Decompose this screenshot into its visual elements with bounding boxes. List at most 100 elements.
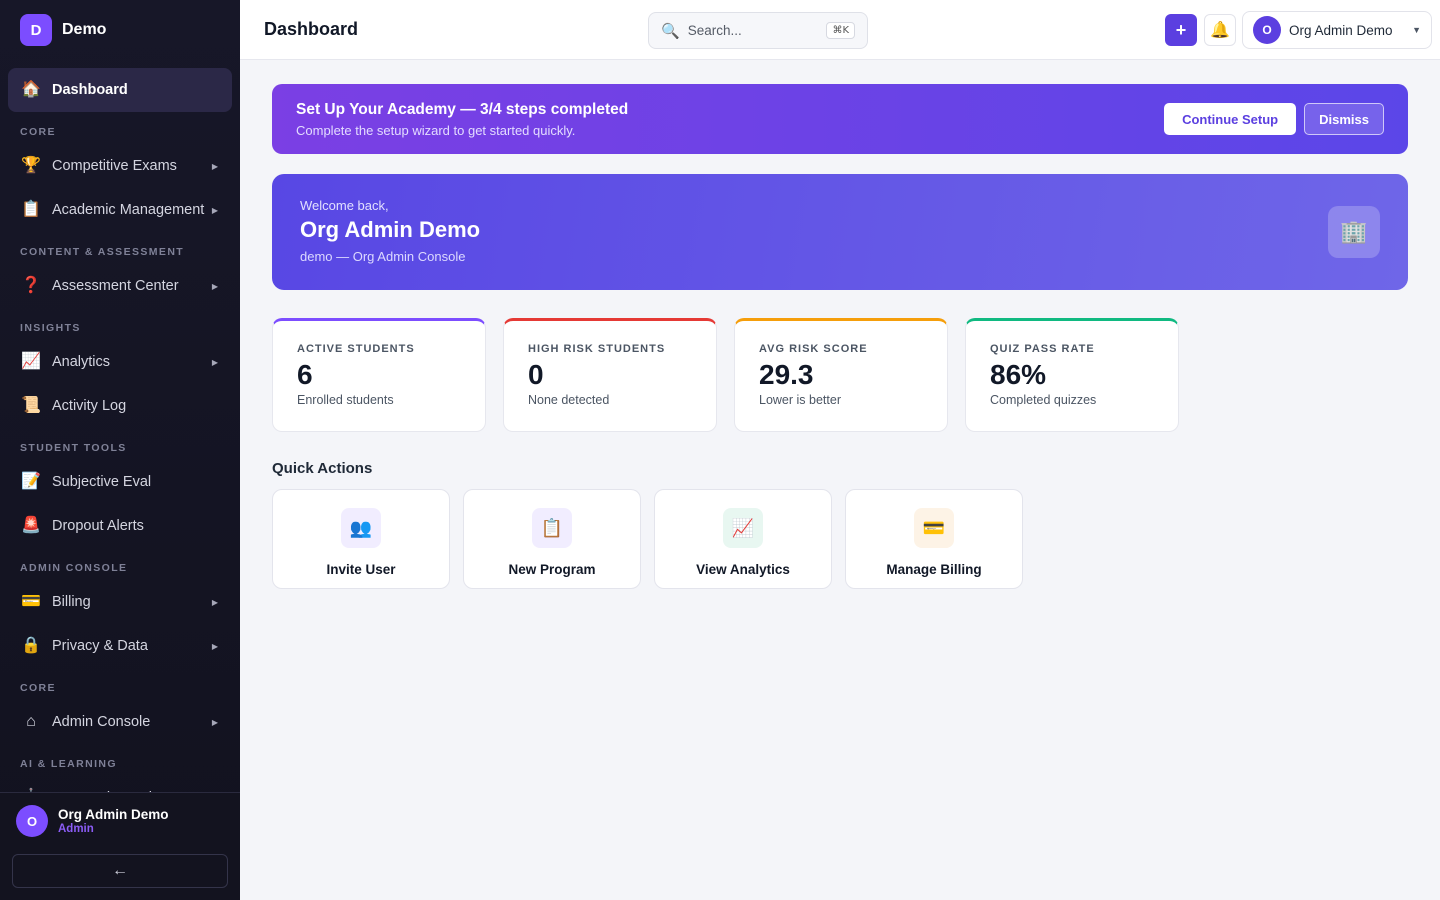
scroll-icon: 📜 <box>21 397 41 414</box>
sidebar-section-label: CORE <box>20 126 56 138</box>
sidebar-item-ai-learning-hub[interactable]: 🤖AI Learning Hub▶ <box>8 776 232 793</box>
chevron-right-icon: ▶ <box>211 597 218 607</box>
user-menu[interactable]: O Org Admin Demo ▼ <box>1242 11 1432 49</box>
bell-icon: 🔔 <box>1210 22 1230 39</box>
sidebar-footer: O Org Admin Demo Admin ← <box>0 792 240 900</box>
sidebar-section-label: ADMIN CONSOLE <box>20 562 128 574</box>
sidebar-item-label: Competitive Exams <box>52 158 177 174</box>
sidebar-item-privacy-and-data[interactable]: 🔒 Privacy & Data ▶ <box>8 624 232 668</box>
avatar: O <box>1253 16 1281 44</box>
stat-subtitle: Completed quizzes <box>990 393 1097 407</box>
plus-icon: + <box>1175 19 1187 40</box>
brand[interactable]: D Demo <box>0 0 240 60</box>
sidebar-item-label: Dropout Alerts <box>52 518 144 534</box>
chevron-right-icon: ▶ <box>211 161 218 171</box>
welcome-name: Org Admin Demo <box>300 217 481 242</box>
setup-banner-title: Set Up Your Academy — 3/4 steps complete… <box>296 100 629 118</box>
sidebar-user[interactable]: O Org Admin Demo Admin <box>0 793 240 849</box>
user-menu-name: Org Admin Demo <box>1289 22 1393 38</box>
invite-user-button[interactable]: 👥 Invite User <box>272 489 450 589</box>
clipboard-icon: 📋 <box>532 508 572 548</box>
arrow-left-icon: ← <box>112 862 128 879</box>
setup-banner-subtitle: Complete the setup wizard to get started… <box>296 122 576 138</box>
sidebar-item-label: Assessment Center <box>52 278 179 294</box>
search-input[interactable] <box>687 23 819 38</box>
sidebar-item-admin-console[interactable]: ⌂ Admin Console ▶ <box>8 700 232 744</box>
notifications-button[interactable]: 🔔 <box>1204 14 1236 46</box>
chevron-down-icon: ▼ <box>1412 25 1421 35</box>
sidebar-item-label: Billing <box>52 594 91 610</box>
collapse-sidebar-button[interactable]: ← <box>12 854 228 888</box>
continue-setup-button[interactable]: Continue Setup <box>1164 103 1297 135</box>
dismiss-button[interactable]: Dismiss <box>1304 103 1384 135</box>
credit-card-icon: 💳 <box>914 508 954 548</box>
sidebar-item-academic-management[interactable]: 📋 Academic Management ▶ <box>8 188 232 232</box>
chevron-right-icon: ▶ <box>211 281 218 291</box>
stat-label: HIGH RISK STUDENTS <box>528 343 666 355</box>
quick-action-label: Invite User <box>326 562 396 577</box>
page-title: Dashboard <box>264 19 359 39</box>
stat-card-avg-risk-score: AVG RISK SCORE 29.3 Lower is better <box>734 318 948 432</box>
brand-logo: D <box>20 14 52 46</box>
sidebar-section-label: CORE <box>20 682 56 694</box>
credit-card-icon: 💳 <box>21 593 41 610</box>
welcome-card: Welcome back, Org Admin Demo demo — Org … <box>272 174 1408 290</box>
top-header: Dashboard 🔍 ⌘K + 🔔 O Org Admin Demo ▼ <box>240 0 1440 60</box>
lock-icon: 🔒 <box>21 637 41 654</box>
stat-card-quiz-pass-rate: QUIZ PASS RATE 86% Completed quizzes <box>965 318 1179 432</box>
search-box[interactable]: 🔍 ⌘K <box>648 12 868 49</box>
stat-card-active-students: ACTIVE STUDENTS 6 Enrolled students <box>272 318 486 432</box>
welcome-greeting: Welcome back, <box>300 198 389 213</box>
view-analytics-button[interactable]: 📈 View Analytics <box>654 489 832 589</box>
avatar: O <box>16 805 48 837</box>
manage-billing-button[interactable]: 💳 Manage Billing <box>845 489 1023 589</box>
stat-subtitle: Enrolled students <box>297 393 394 407</box>
sidebar-item-activity-log[interactable]: 📜 Activity Log <box>8 384 232 428</box>
sidebar-item-label: Activity Log <box>52 398 127 414</box>
sidebar-nav: 🏠 Dashboard CORE 🏆 Competitive Exams ▶ 📋 Academ… <box>0 68 240 792</box>
stat-value: 6 <box>297 359 313 390</box>
trophy-icon: 🏆 <box>21 157 41 174</box>
sidebar-item-subjective-eval[interactable]: 📝 Subjective Eval <box>8 460 232 504</box>
sidebar-section-label: STUDENT TOOLS <box>20 442 127 454</box>
memo-icon: 📝 <box>21 473 41 490</box>
chevron-right-icon: ▶ <box>211 205 218 215</box>
sidebar-item-competitive-exams[interactable]: 🏆 Competitive Exams ▶ <box>8 144 232 188</box>
setup-banner: Set Up Your Academy — 3/4 steps complete… <box>272 84 1408 154</box>
sidebar-section-label: AI & LEARNING <box>20 758 117 770</box>
sidebar-item-label: Dashboard <box>52 82 128 98</box>
sidebar-section-label: CONTENT & ASSESSMENT <box>20 246 185 258</box>
user-name: Org Admin Demo <box>58 807 169 822</box>
sidebar-item-label: Analytics <box>52 354 111 370</box>
stat-subtitle: None detected <box>528 393 610 407</box>
home-outline-icon: ⌂ <box>26 713 36 730</box>
sidebar-item-analytics[interactable]: 📈 Analytics ▶ <box>8 340 232 384</box>
quick-actions-row: 👥 Invite User 📋 New Program 📈 View Analytics 💳… <box>272 489 1408 589</box>
stat-subtitle: Lower is better <box>759 393 841 407</box>
house-icon: 🏠 <box>21 81 41 98</box>
sidebar-item-billing[interactable]: 💳 Billing ▶ <box>8 580 232 624</box>
chevron-right-icon: ▶ <box>211 717 218 727</box>
sidebar: D Demo 🏠 Dashboard CORE 🏆 Competitive Exams ▶… <box>0 0 240 900</box>
chart-icon: 📈 <box>723 508 763 548</box>
sidebar-item-label: Academic Management <box>52 202 205 218</box>
stat-label: AVG RISK SCORE <box>759 343 868 355</box>
add-button[interactable]: + <box>1165 14 1197 46</box>
sidebar-item-dropout-alerts[interactable]: 🚨 Dropout Alerts <box>8 504 232 548</box>
quick-action-label: View Analytics <box>696 562 790 577</box>
sidebar-item-dashboard[interactable]: 🏠 Dashboard <box>8 68 232 112</box>
quick-actions-title: Quick Actions <box>272 460 373 477</box>
stat-value: 0 <box>528 359 544 390</box>
building-icon: 🏢 <box>1328 206 1380 258</box>
new-program-button[interactable]: 📋 New Program <box>463 489 641 589</box>
chevron-right-icon: ▶ <box>211 641 218 651</box>
question-mark-icon: ❓ <box>21 277 41 294</box>
stat-card-high-risk-students: HIGH RISK STUDENTS 0 None detected <box>503 318 717 432</box>
clipboard-icon: 📋 <box>21 201 41 218</box>
sidebar-item-assessment-center[interactable]: ❓ Assessment Center ▶ <box>8 264 232 308</box>
search-icon: 🔍 <box>661 22 680 40</box>
user-role: Admin <box>58 823 94 835</box>
brand-name: Demo <box>62 21 107 38</box>
welcome-subtitle: demo — Org Admin Console <box>300 249 466 264</box>
quick-action-label: New Program <box>508 562 596 577</box>
